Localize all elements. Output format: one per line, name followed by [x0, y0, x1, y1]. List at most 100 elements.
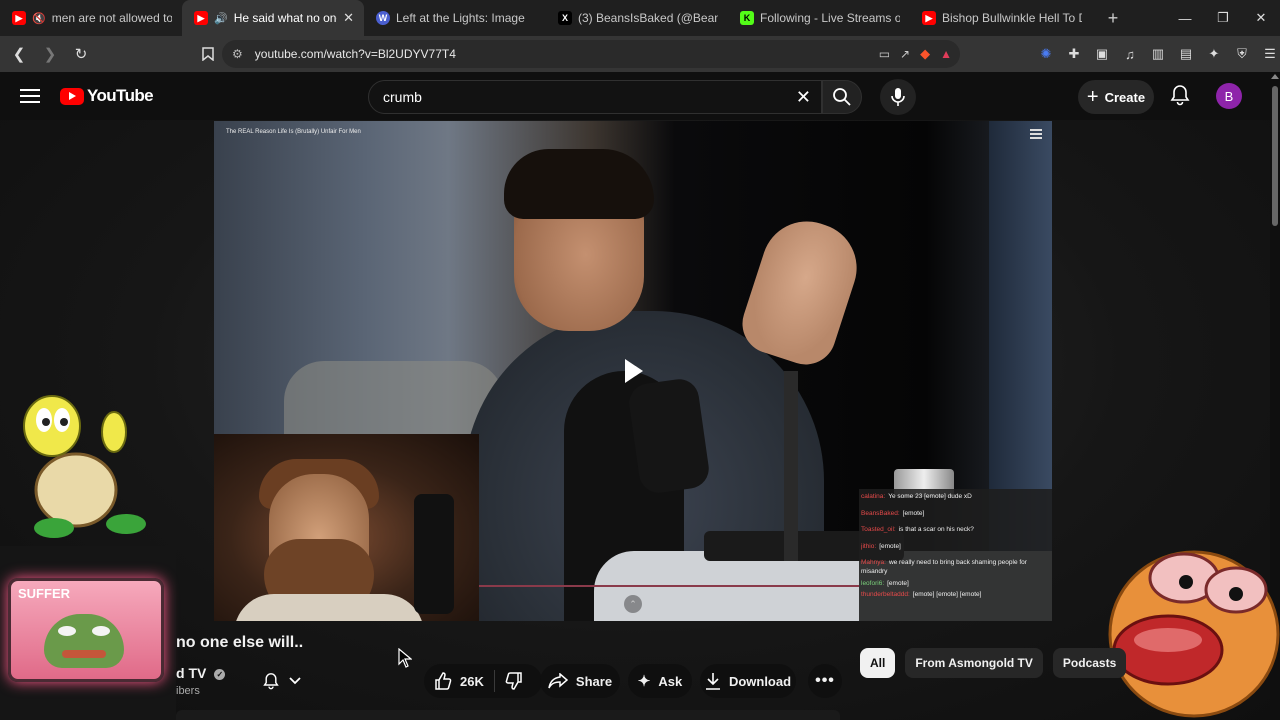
- avatar[interactable]: B: [1216, 83, 1242, 109]
- clear-search-icon[interactable]: ✕: [796, 87, 811, 108]
- url-text: youtube.com/watch?v=Bl2UDYV77T4: [254, 47, 456, 61]
- close-window-icon[interactable]: ✕: [1242, 0, 1280, 36]
- browser-tab[interactable]: K Following - Live Streams on Kick: [728, 0, 910, 36]
- tab-title: Following - Live Streams on Kick: [760, 11, 900, 25]
- chip-podcasts[interactable]: Podcasts: [1052, 648, 1127, 678]
- browser-tab-bar: ▶ 🔇 men are not allowed to com ▶ 🔊 He sa…: [0, 0, 1280, 36]
- play-icon[interactable]: [622, 357, 646, 385]
- youtube-favicon-icon: ▶: [922, 11, 936, 25]
- notifications-bell-icon[interactable]: [1170, 84, 1192, 108]
- chat-message: calatina: Ye some 23 [emote] dude xD: [861, 493, 972, 500]
- tab-title: He said what no one else: [233, 11, 337, 25]
- ask-button[interactable]: ✦ Ask: [628, 664, 692, 698]
- channel-name[interactable]: d TV ✓: [176, 665, 226, 681]
- share-page-icon[interactable]: ↗: [900, 47, 910, 61]
- verified-icon: ✓: [214, 668, 226, 680]
- video-overlay-title: The REAL Reason Life Is (Brutally) Unfai…: [226, 129, 361, 135]
- create-label: Create: [1104, 89, 1146, 105]
- url-field[interactable]: ⚙ youtube.com/watch?v=Bl2UDYV77T4 ▭ ↗ ◆ …: [222, 40, 960, 68]
- youtube-logo[interactable]: YouTube: [60, 86, 154, 106]
- brave-shields-icon[interactable]: ◆: [920, 46, 930, 62]
- mouse-cursor-icon: [398, 648, 412, 668]
- vpn-icon[interactable]: ⛨: [1232, 44, 1252, 64]
- leo-ai-icon[interactable]: ✦: [1204, 44, 1224, 64]
- ask-label: Ask: [658, 673, 683, 689]
- notification-bell-icon: [263, 673, 279, 690]
- kick-favicon-icon: K: [740, 11, 754, 25]
- tab-title: men are not allowed to com: [51, 11, 172, 25]
- chip-from-channel[interactable]: From Asmongold TV: [905, 648, 1043, 678]
- thumbs-down-icon: [505, 672, 522, 690]
- notification-settings-button[interactable]: [250, 664, 314, 698]
- extension-icon[interactable]: ✺: [1036, 44, 1056, 64]
- suffer-pepe-sticker: SUFFER: [0, 546, 176, 720]
- new-tab-button[interactable]: +: [1098, 8, 1128, 29]
- tab-title: (3) BeansIsBaked (@Beans_Is_Ba: [578, 11, 718, 25]
- more-horizontal-icon: •••: [815, 672, 835, 689]
- chat-message: thunderbeltaddd: [emote] [emote] [emote]: [861, 590, 982, 598]
- chip-all[interactable]: All: [860, 648, 896, 678]
- browser-tab[interactable]: W Left at the Lights: Image: [364, 0, 546, 36]
- video-progress-line[interactable]: [479, 585, 859, 587]
- channel-name-text: d TV: [176, 665, 207, 681]
- wallet-icon[interactable]: ▤: [1176, 44, 1196, 64]
- restore-icon[interactable]: ❐: [1204, 0, 1242, 36]
- brave-rewards-icon[interactable]: ▲: [940, 47, 952, 61]
- search-value: crumb: [383, 89, 422, 105]
- koopa-turtle-sticker: [23, 395, 146, 538]
- create-button[interactable]: + Create: [1078, 80, 1154, 114]
- reload-icon[interactable]: ↻: [68, 41, 94, 67]
- description-box-edge: [176, 710, 840, 720]
- scroll-up-arrow-icon[interactable]: [1271, 74, 1279, 79]
- muted-icon[interactable]: 🔇: [32, 12, 46, 25]
- download-button[interactable]: Download: [700, 664, 796, 698]
- logo-text: YouTube: [87, 86, 154, 105]
- search-button[interactable]: [822, 80, 862, 114]
- forward-icon[interactable]: ❯: [37, 41, 63, 67]
- hamburger-menu-icon[interactable]: [20, 86, 40, 106]
- related-filter-chips: All From Asmongold TV Podcasts: [860, 648, 1127, 678]
- like-button[interactable]: 26K: [424, 664, 494, 698]
- back-icon[interactable]: ❮: [6, 41, 32, 67]
- chat-message: Mahnya: we really need to bring back sham…: [861, 559, 1027, 575]
- share-button[interactable]: Share: [540, 664, 620, 698]
- browser-tab[interactable]: ▶ Bishop Bullwinkle Hell To Da Na: [910, 0, 1092, 36]
- audio-playing-icon[interactable]: 🔊: [214, 12, 228, 25]
- voice-search-button[interactable]: [880, 79, 916, 115]
- media-icon[interactable]: ♫: [1120, 44, 1140, 64]
- chevron-down-icon: [289, 677, 301, 685]
- stream-chat-overlay: calatina: Ye some 23 [emote] dude xD Bean…: [859, 489, 1052, 621]
- browser-tab[interactable]: ▶ 🔇 men are not allowed to com: [0, 0, 182, 36]
- chat-message: Toasted_oil: is that a scar on his neck?: [861, 526, 974, 533]
- sidebar-icon[interactable]: ▥: [1148, 44, 1168, 64]
- address-bar-row: ❮ ❯ ↻ ⚙ youtube.com/watch?v=Bl2UDYV77T4 …: [0, 36, 1280, 72]
- chat-message: leofori6: [emote]: [861, 580, 909, 587]
- site-settings-icon[interactable]: ⚙: [232, 47, 243, 61]
- scrollbar-thumb[interactable]: [1272, 86, 1278, 226]
- x-favicon-icon: X: [558, 11, 572, 25]
- dislike-button[interactable]: [495, 664, 533, 698]
- extensions-puzzle-icon[interactable]: ✚: [1064, 44, 1084, 64]
- youtube-favicon-icon: ▶: [194, 11, 208, 25]
- install-app-icon[interactable]: ▭: [879, 47, 890, 61]
- chevron-up-icon[interactable]: ⌃: [624, 595, 642, 613]
- video-player[interactable]: The REAL Reason Life Is (Brutally) Unfai…: [214, 121, 1052, 621]
- tab-title: Left at the Lights: Image: [396, 11, 525, 25]
- playlist-menu-icon[interactable]: [1030, 129, 1042, 139]
- more-actions-button[interactable]: •••: [808, 664, 842, 698]
- chat-message: jithio: [emote]: [861, 542, 901, 550]
- minimize-icon[interactable]: —: [1166, 0, 1204, 36]
- video-title: no one else will..: [176, 634, 304, 651]
- youtube-header: YouTube crumb ✕ + Create B: [0, 72, 1280, 120]
- menu-icon[interactable]: ☰: [1260, 44, 1280, 64]
- search-icon: [833, 88, 851, 106]
- subscriber-count: ibers: [176, 685, 200, 697]
- close-tab-icon[interactable]: ✕: [343, 10, 354, 26]
- tab-title: Bishop Bullwinkle Hell To Da Na: [942, 11, 1082, 25]
- bookmark-icon[interactable]: [195, 41, 221, 67]
- browser-tab[interactable]: X (3) BeansIsBaked (@Beans_Is_Ba: [546, 0, 728, 36]
- browser-tab-active[interactable]: ▶ 🔊 He said what no one else ✕: [182, 0, 364, 36]
- youtube-play-logo-icon: [60, 87, 84, 105]
- search-input[interactable]: crumb ✕: [368, 80, 822, 114]
- screenshot-icon[interactable]: ▣: [1092, 44, 1112, 64]
